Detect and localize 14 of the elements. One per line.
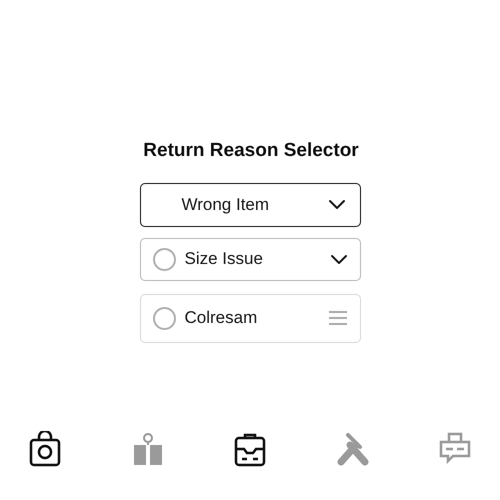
option-row[interactable]: Size Issue <box>140 238 360 280</box>
radio-button[interactable] <box>152 306 176 330</box>
option-row[interactable]: Colresam <box>140 294 360 342</box>
option-label: Colresam <box>184 307 258 330</box>
dropdown-select[interactable]: Wrong Item <box>140 182 360 226</box>
option-label: Size Issue <box>184 248 264 270</box>
chevron-down-icon <box>330 254 348 264</box>
shopping-bag-icon[interactable] <box>28 430 62 466</box>
dropdown-value: Wrong Item <box>182 194 270 216</box>
selector-title: Return Reason Selector <box>143 139 359 163</box>
radio-button[interactable] <box>152 248 176 270</box>
chat-icon[interactable] <box>438 430 472 466</box>
chevron-down-icon <box>328 199 346 210</box>
drag-handle-icon[interactable] <box>328 310 348 326</box>
